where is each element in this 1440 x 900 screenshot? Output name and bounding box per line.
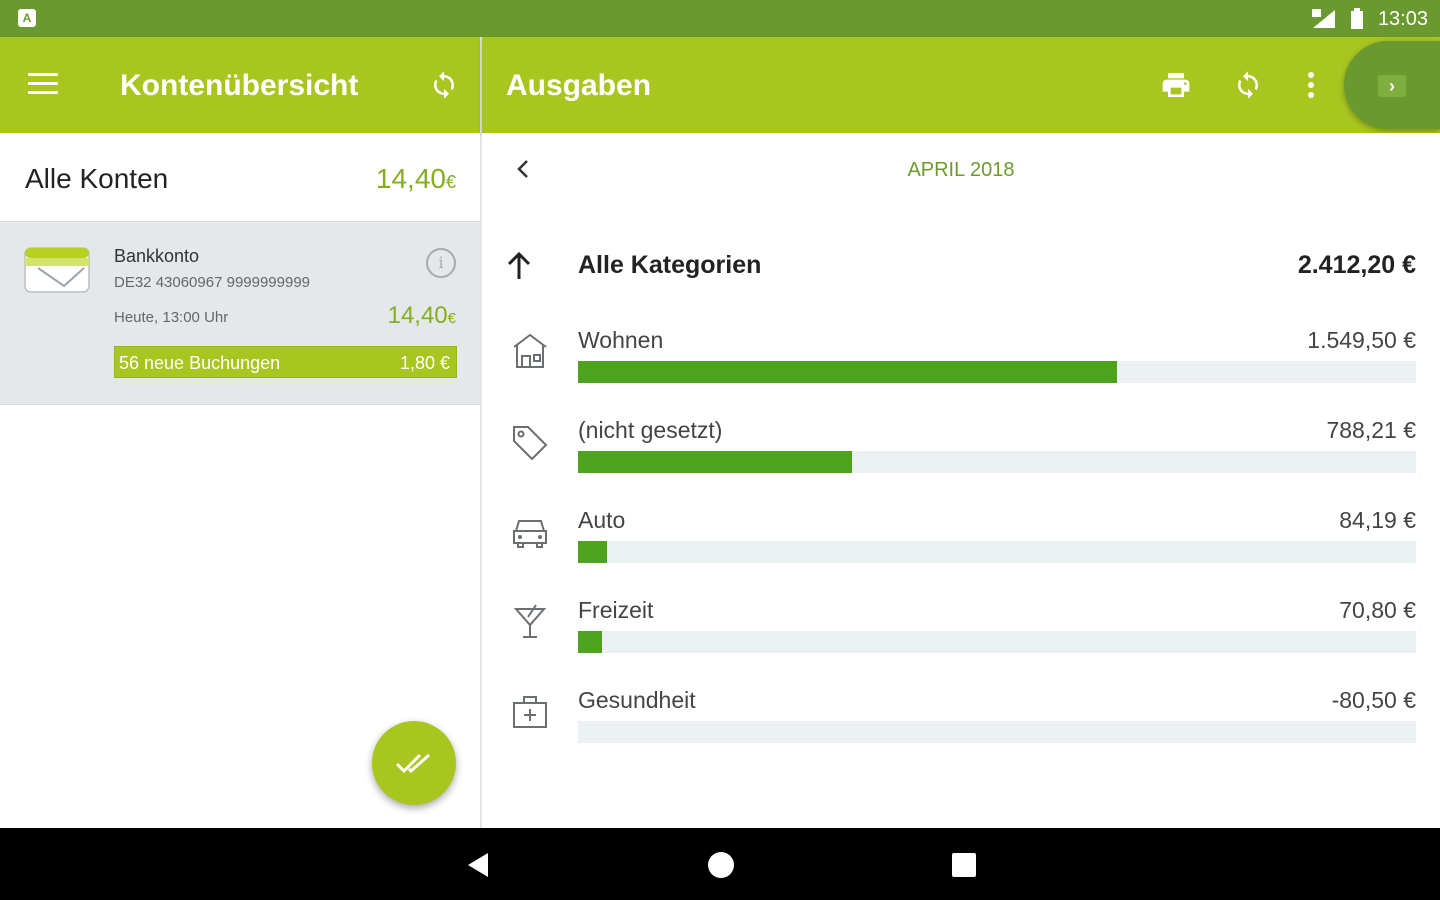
new-bookings-badge[interactable]: 56 neue Buchungen 1,80 €	[114, 346, 457, 378]
category-amount: -80,50 €	[1331, 687, 1416, 713]
new-bookings-amount: 1,80 €	[399, 353, 450, 373]
double-check-icon	[395, 753, 430, 774]
printer-icon[interactable]	[1158, 67, 1194, 103]
new-bookings-label: 56 neue Buchungen	[119, 353, 281, 373]
hamburger-menu-icon[interactable]	[28, 73, 58, 95]
category-amount: 788,21 €	[1326, 417, 1416, 443]
category-name: (nicht gesetzt)	[578, 417, 723, 443]
left-title: Kontenübersicht	[120, 69, 359, 102]
all-categories-row[interactable]: Alle Kategorien 2.412,20 €	[482, 243, 1440, 293]
category-amount: 70,80 €	[1339, 597, 1416, 623]
category-bar-track	[578, 631, 1416, 653]
account-amount: 14,40€	[387, 302, 456, 329]
category-row[interactable]: Gesundheit -80,50 €	[482, 685, 1440, 775]
tag-icon	[508, 419, 552, 463]
sync-icon[interactable]	[426, 67, 462, 103]
app-notification-icon: A	[18, 9, 36, 27]
category-bar-track	[578, 451, 1416, 473]
category-name: Auto	[578, 507, 626, 533]
category-name: Wohnen	[578, 327, 664, 353]
chevron-right-icon: ›	[1378, 75, 1406, 97]
more-vertical-icon[interactable]	[1293, 67, 1329, 103]
expenses-panel: APRIL 2018 Alle Kategorien 2.412,20 € Wo…	[482, 133, 1440, 828]
all-accounts-label: Alle Konten	[25, 163, 169, 194]
system-nav-bar	[0, 828, 1440, 900]
category-name: Gesundheit	[578, 687, 696, 713]
category-bar-fill	[578, 361, 1117, 383]
status-bar: A 13:03	[0, 0, 1440, 37]
accounts-panel: Alle Konten 14,40€ Bankkonto DE32 430609…	[0, 133, 480, 828]
right-title: Ausgaben	[506, 69, 652, 102]
right-app-bar: Ausgaben ›	[482, 37, 1440, 133]
signal-icon	[1312, 9, 1335, 28]
all-accounts-amount: 14,40€	[375, 163, 456, 194]
account-iban: DE32 43060967 9999999999	[114, 274, 311, 291]
category-bar-fill	[578, 541, 608, 563]
category-row[interactable]: Freizeit 70,80 €	[482, 595, 1440, 685]
category-amount: 84,19 €	[1339, 507, 1416, 533]
category-bar-track	[578, 361, 1416, 383]
category-bar-track	[578, 721, 1416, 743]
mark-all-read-button[interactable]	[372, 721, 456, 805]
category-bar-fill	[578, 451, 853, 473]
nav-back-icon[interactable]	[466, 852, 490, 878]
month-label: APRIL 2018	[907, 159, 1015, 181]
battery-icon	[1351, 8, 1363, 29]
category-bar-track	[578, 541, 1416, 563]
nav-home-icon[interactable]	[708, 852, 734, 878]
category-amount: 1.549,50 €	[1307, 327, 1416, 353]
cocktail-icon	[508, 599, 552, 643]
panel-toggle-button[interactable]: ›	[1344, 41, 1440, 129]
info-icon[interactable]: i	[426, 248, 456, 278]
nav-recents-icon[interactable]	[952, 853, 976, 877]
first-aid-kit-icon	[508, 689, 552, 733]
all-categories-amount: 2.412,20 €	[1297, 251, 1416, 279]
arrow-up-icon	[507, 251, 531, 279]
wallet-icon	[24, 247, 90, 293]
all-accounts-row[interactable]: Alle Konten 14,40€	[0, 133, 480, 221]
category-name: Freizeit	[578, 597, 654, 623]
account-card[interactable]: Bankkonto DE32 43060967 9999999999 Heute…	[0, 221, 480, 405]
category-row[interactable]: Wohnen 1.549,50 €	[482, 325, 1440, 415]
category-bar-fill	[578, 631, 603, 653]
account-name: Bankkonto	[114, 246, 200, 266]
left-app-bar: Kontenübersicht	[0, 37, 480, 133]
account-updated: Heute, 13:00 Uhr	[114, 309, 229, 326]
car-icon	[508, 509, 552, 553]
all-categories-label: Alle Kategorien	[578, 251, 762, 279]
category-row[interactable]: Auto 84,19 €	[482, 505, 1440, 595]
status-time: 13:03	[1377, 8, 1428, 30]
category-row[interactable]: (nicht gesetzt) 788,21 €	[482, 415, 1440, 505]
house-icon	[508, 329, 552, 373]
sync-icon[interactable]	[1230, 67, 1266, 103]
